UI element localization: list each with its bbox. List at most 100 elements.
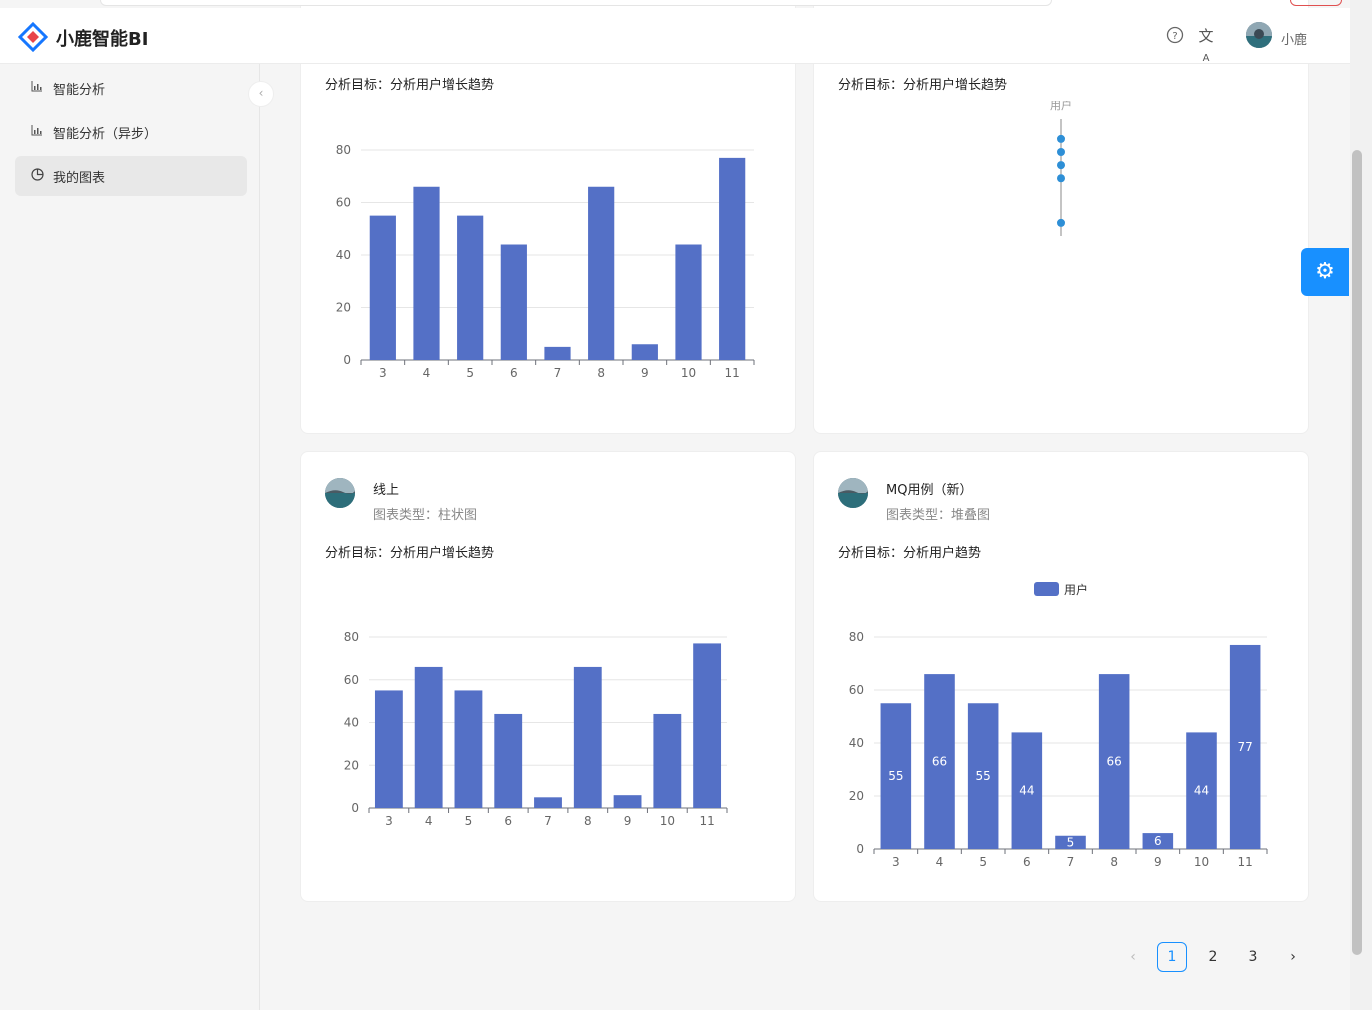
data-label: 6 [1154, 834, 1162, 848]
card-goal: 分析目标：分析用户增长趋势 [838, 78, 1008, 93]
chevron-left-icon: ‹ [258, 86, 264, 100]
user-avatar[interactable] [1246, 22, 1272, 48]
bar [588, 186, 615, 360]
y-tick-label: 20 [849, 789, 864, 803]
legend: 用户 [1034, 582, 1088, 597]
card-title: 线上 [373, 483, 400, 498]
y-tick-label: 40 [344, 716, 359, 730]
sidebar-item-smart-analysis-async[interactable]: 智能分析（异步） [15, 112, 247, 152]
x-tick-label: 7 [554, 366, 562, 380]
bar [374, 690, 403, 808]
x-tick-label: 4 [423, 366, 431, 380]
y-tick-label: 0 [343, 353, 351, 367]
collapse-sidebar-button[interactable]: ‹ [248, 81, 274, 107]
sidebar-item-my-charts[interactable]: 我的图表 [15, 156, 247, 196]
pagination-page-3[interactable]: 3 [1238, 942, 1268, 972]
bar [454, 690, 483, 808]
pagination-page-1[interactable]: 1 [1157, 942, 1187, 972]
card-subtitle: 图表类型：柱状图 [373, 508, 478, 523]
card-title: MQ用例（新） [886, 483, 973, 498]
scatter-chart: 用户 [1050, 101, 1072, 236]
card-avatar [838, 478, 868, 508]
pie-chart-icon [31, 168, 44, 185]
scatter-point [1057, 148, 1065, 156]
data-label: 55 [888, 769, 903, 783]
bar [631, 344, 658, 360]
bar [719, 157, 746, 360]
chart-card: 分析目标：分析用户增长趋势 0 20 40 60 80 3 4 5 6 7 8 9 10 11 [300, 0, 796, 434]
browser-top-strip-right [1290, 0, 1342, 6]
card-goal: 分析目标：分析用户趋势 [838, 546, 982, 561]
x-tick-label: 10 [1194, 855, 1209, 869]
x-tick-label: 3 [385, 814, 393, 828]
gear-icon: ⚙ [1315, 259, 1335, 284]
card-avatar [325, 478, 355, 508]
bar [413, 186, 440, 360]
bar [457, 215, 484, 360]
sidebar-item-label: 智能分析 [53, 83, 106, 98]
bar [613, 795, 642, 808]
bar-chart: 0 20 40 60 80 3 4 5 6 7 8 9 10 11 [344, 630, 728, 828]
app-title: 小鹿智能BI [56, 29, 149, 50]
user-name[interactable]: 小鹿 [1281, 29, 1307, 48]
card-subtitle: 图表类型：堆叠图 [886, 508, 991, 523]
y-tick-label: 80 [344, 630, 359, 644]
chart-card: 分析目标：分析用户增长趋势 用户 [813, 0, 1309, 434]
bar [414, 666, 443, 808]
y-tick-label: 60 [849, 683, 864, 697]
x-tick-label: 11 [725, 366, 740, 380]
x-tick-label: 6 [1023, 855, 1031, 869]
pagination-next[interactable]: › [1278, 942, 1308, 972]
y-tick-label: 40 [849, 736, 864, 750]
scatter-point [1057, 218, 1065, 227]
sidebar: 智能分析 智能分析（异步） 我的图表 [0, 64, 260, 1010]
y-tick-label: 40 [336, 248, 351, 262]
translate-icon[interactable]: 文A [1196, 26, 1216, 64]
scatter-point [1057, 174, 1065, 183]
x-tick-label: 4 [936, 855, 944, 869]
card-goal: 分析目标：分析用户增长趋势 [325, 78, 495, 93]
x-tick-label: 11 [699, 814, 714, 828]
sidebar-item-label: 智能分析（异步） [53, 127, 158, 142]
x-tick-label: 8 [1110, 855, 1118, 869]
y-tick-label: 20 [344, 758, 359, 772]
stacked-bar-chart: 020406080355466555644758669610441177用户 [849, 582, 1268, 869]
pagination-prev[interactable]: ‹ [1118, 942, 1148, 972]
x-tick-label: 3 [379, 366, 387, 380]
x-tick-label: 3 [892, 855, 900, 869]
settings-button[interactable]: ⚙ [1301, 248, 1349, 296]
sidebar-item-label: 我的图表 [53, 171, 106, 186]
bar [573, 666, 602, 808]
data-label: 77 [1238, 740, 1253, 754]
data-label: 44 [1019, 784, 1034, 798]
x-tick-label: 7 [544, 814, 552, 828]
x-tick-label: 11 [1238, 855, 1253, 869]
y-tick-label: 60 [344, 673, 359, 687]
svg-text:?: ? [1172, 31, 1177, 42]
bar-chart: 0 20 40 60 80 3 4 5 6 7 8 9 10 11 [336, 143, 755, 380]
card-goal: 分析目标：分析用户增长趋势 [325, 546, 495, 561]
data-label: 66 [932, 755, 947, 769]
pagination-page-2[interactable]: 2 [1198, 942, 1228, 972]
help-icon[interactable]: ? [1165, 26, 1185, 46]
bar [500, 244, 527, 360]
x-tick-label: 5 [979, 855, 987, 869]
x-tick-label: 6 [504, 814, 512, 828]
scrollbar-thumb[interactable] [1352, 150, 1362, 955]
bar [653, 713, 682, 808]
y-tick-label: 80 [336, 143, 351, 157]
y-tick-label: 0 [856, 842, 864, 856]
data-label: 5 [1067, 835, 1075, 849]
x-tick-label: 6 [510, 366, 518, 380]
data-label: 66 [1107, 755, 1122, 769]
scatter-point [1057, 161, 1065, 170]
bar-chart-icon [31, 124, 43, 140]
x-tick-label: 9 [624, 814, 632, 828]
x-tick-label: 10 [681, 366, 696, 380]
sidebar-item-smart-analysis[interactable]: 智能分析 [15, 68, 247, 108]
bar [675, 244, 702, 360]
logo-icon [18, 22, 48, 52]
y-tick-label: 20 [336, 301, 351, 315]
y-tick-label: 60 [336, 196, 351, 210]
bar [494, 713, 523, 808]
